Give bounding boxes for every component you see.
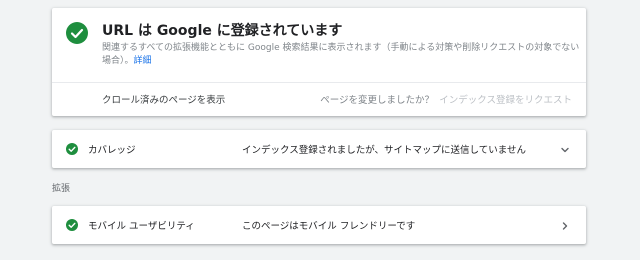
coverage-label: カバレッジ — [88, 145, 136, 156]
check-circle-icon — [66, 219, 78, 231]
chevron-down-icon[interactable] — [558, 142, 572, 156]
enhancements-heading: 拡張 — [52, 184, 71, 194]
page-changed-question: ページを変更しましたか？ — [320, 95, 434, 106]
mobile-usability-label: モバイル ユーザビリティ — [88, 221, 195, 232]
details-link[interactable]: 詳細 — [134, 56, 152, 66]
url-status-description-text: 関連するすべての拡張機能とともに Google 検索結果に表示されます（手動によ… — [102, 43, 580, 66]
view-crawled-page-button[interactable]: クロール済みのページを表示 — [102, 92, 225, 106]
check-circle-icon — [66, 22, 88, 44]
mobile-usability-value: このページはモバイル フレンドリーです — [242, 221, 416, 232]
url-status-description: 関連するすべての拡張機能とともに Google 検索結果に表示されます（手動によ… — [102, 42, 582, 68]
coverage-value: インデックス登録されましたが、サイトマップに送信していません — [242, 145, 526, 156]
url-status-summary: URL は Google に登録されています 関連するすべての拡張機能とともに … — [52, 8, 586, 83]
coverage-row[interactable]: カバレッジ インデックス登録されましたが、サイトマップに送信していません — [52, 130, 586, 168]
url-status-title: URL は Google に登録されています — [102, 23, 343, 39]
request-indexing-button[interactable]: インデックス登録をリクエスト — [439, 92, 572, 106]
url-status-card: URL は Google に登録されています 関連するすべての拡張機能とともに … — [52, 8, 586, 116]
mobile-usability-row[interactable]: モバイル ユーザビリティ このページはモバイル フレンドリーです — [52, 206, 586, 244]
check-circle-icon — [66, 143, 78, 155]
chevron-right-icon[interactable] — [558, 218, 572, 232]
url-status-actions: クロール済みのページを表示 ページを変更しましたか？ インデックス登録をリクエス… — [52, 83, 586, 116]
